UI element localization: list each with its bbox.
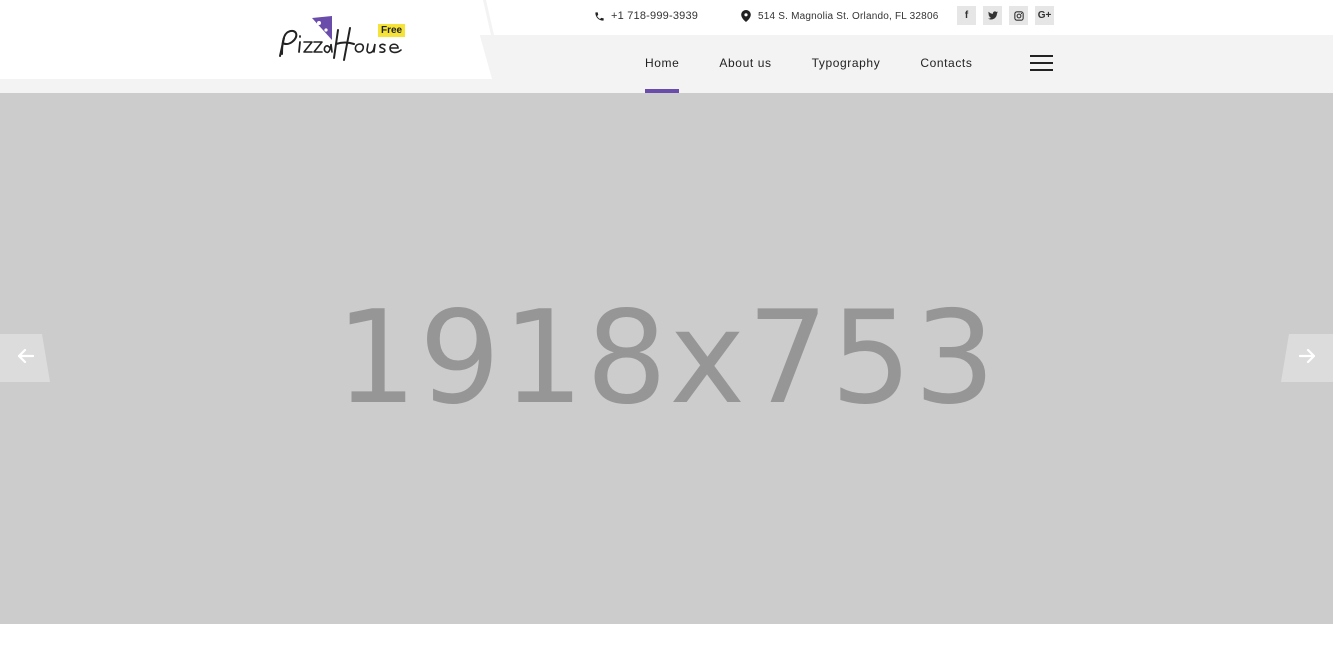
- arrow-left-icon: [17, 348, 35, 368]
- pizza-house-logo-icon: [279, 16, 402, 61]
- facebook-icon[interactable]: f: [957, 6, 976, 25]
- phone-icon: [592, 9, 606, 23]
- contact-address-text: 514 S. Magnolia St. Orlando, FL 32806: [758, 10, 939, 22]
- arrow-right-icon: [1298, 348, 1316, 368]
- hero-slider: 1918x753: [0, 93, 1333, 624]
- page-content-start: [0, 624, 1333, 659]
- logo-badge: Free: [378, 24, 406, 37]
- google-plus-icon[interactable]: G+: [1035, 6, 1054, 25]
- slider-next-button[interactable]: [1281, 334, 1333, 382]
- nav-item-home[interactable]: Home: [645, 35, 680, 93]
- logo-panel: [0, 0, 492, 79]
- hamburger-icon[interactable]: [1030, 55, 1053, 72]
- hero-placeholder-text: 1918x753: [335, 284, 998, 433]
- site-logo[interactable]: Free: [274, 14, 414, 64]
- social-links: f G+: [957, 6, 1054, 25]
- main-nav: Home About us Typography Contacts: [645, 35, 1012, 93]
- site-header: Free +1 718-999-3939 514 S. Magnolia St.…: [0, 0, 1333, 93]
- twitter-icon[interactable]: [983, 6, 1002, 25]
- nav-item-about-us[interactable]: About us: [719, 35, 771, 93]
- nav-item-contacts[interactable]: Contacts: [920, 35, 972, 93]
- contact-address[interactable]: 514 S. Magnolia St. Orlando, FL 32806: [739, 8, 938, 24]
- contact-phone[interactable]: +1 718-999-3939: [592, 8, 698, 24]
- map-pin-icon: [739, 9, 753, 23]
- nav-item-typography[interactable]: Typography: [812, 35, 881, 93]
- instagram-icon[interactable]: [1009, 6, 1028, 25]
- contact-phone-text: +1 718-999-3939: [611, 10, 699, 22]
